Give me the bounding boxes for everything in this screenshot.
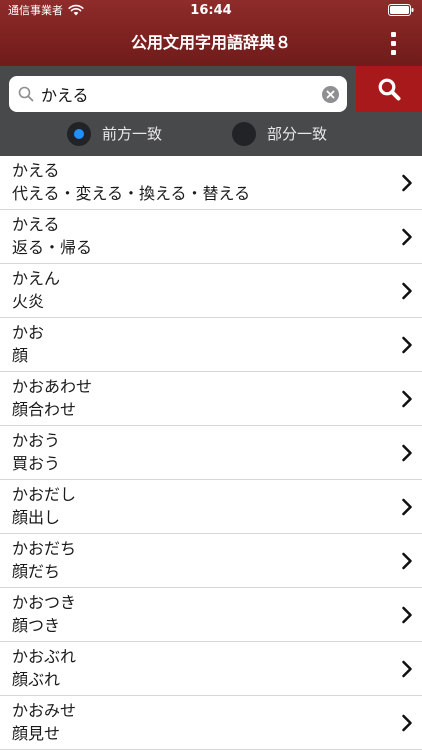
entry-reading: かえん bbox=[12, 269, 61, 288]
entry-kanji: 顔合わせ bbox=[12, 400, 77, 419]
clear-circle-icon bbox=[326, 90, 335, 99]
chevron-right-icon bbox=[402, 714, 412, 732]
more-options-button[interactable] bbox=[388, 30, 400, 56]
chevron-right-icon bbox=[402, 444, 412, 462]
entry-reading: かえる bbox=[12, 161, 60, 180]
entry-reading: かおみせ bbox=[12, 701, 77, 720]
chevron-right-icon bbox=[402, 606, 412, 624]
list-item[interactable]: かおう 買おう bbox=[0, 426, 422, 480]
radio-prefix-label: 前方一致 bbox=[102, 125, 163, 143]
list-item[interactable]: かえる 返る・帰る bbox=[0, 210, 422, 264]
search-panel: 前方一致 部分一致 bbox=[0, 66, 422, 156]
entry-kanji: 顔だち bbox=[12, 562, 61, 581]
radio-dot bbox=[74, 129, 84, 139]
entry-kanji: 顔出し bbox=[12, 508, 61, 527]
entry-kanji: 火炎 bbox=[12, 292, 45, 311]
chevron-right-icon bbox=[402, 660, 412, 678]
radio-selected-icon bbox=[67, 122, 91, 146]
chevron-right-icon bbox=[402, 498, 412, 516]
chevron-right-icon bbox=[402, 228, 412, 246]
chevron-right-icon bbox=[402, 336, 412, 354]
list-item[interactable]: かおあわせ 顔合わせ bbox=[0, 372, 422, 426]
chevron-right-icon bbox=[402, 282, 412, 300]
more-vertical-icon-dot bbox=[391, 50, 396, 55]
entry-reading: かおだし bbox=[12, 485, 77, 504]
magnifier-icon bbox=[18, 86, 34, 102]
list-item[interactable]: かおだち 顔だち bbox=[0, 534, 422, 588]
search-mode-group: 前方一致 部分一致 bbox=[0, 120, 422, 150]
list-item[interactable]: かえる代える・変える・換える・替える bbox=[0, 156, 422, 210]
search-field[interactable] bbox=[9, 76, 347, 112]
list-item[interactable]: かおつき 顔つき bbox=[0, 588, 422, 642]
chevron-right-icon bbox=[402, 390, 412, 408]
entry-reading: かおつき bbox=[12, 593, 77, 612]
list-item[interactable]: かおみせ 顔見せ bbox=[0, 696, 422, 750]
entry-kanji: 買おう bbox=[12, 454, 61, 473]
entry-kanji: 代える・変える・換える・替える bbox=[12, 184, 251, 203]
status-bar: 通信事業者 16:44 bbox=[0, 0, 422, 22]
entry-reading: かお bbox=[12, 323, 45, 342]
entry-reading: かおだち bbox=[12, 539, 77, 558]
more-vertical-icon-dot bbox=[391, 41, 396, 46]
more-vertical-icon bbox=[391, 32, 396, 37]
entry-reading: かおぶれ bbox=[12, 647, 77, 666]
entry-kanji: 返る・帰る bbox=[12, 238, 93, 257]
chevron-right-icon bbox=[402, 174, 412, 192]
entry-reading: かおあわせ bbox=[12, 377, 93, 396]
app-title: 公用文用字用語辞典８ bbox=[130, 33, 291, 52]
entry-kanji: 顔つき bbox=[12, 616, 61, 635]
results-list: かえる 代える・変える・換える・替える かえる 返る・帰る かえん 火炎 かお顔かおあわせ顔… bbox=[0, 156, 422, 750]
entry-kanji: 顔見せ bbox=[12, 724, 61, 743]
radio-partial-label: 部分一致 bbox=[267, 125, 328, 143]
radio-unselected-icon bbox=[232, 122, 256, 146]
entry-kanji: 顔 bbox=[12, 346, 29, 365]
battery-icon bbox=[388, 4, 414, 16]
status-clock: 16:44 bbox=[190, 3, 232, 18]
header: 通信事業者 16:44 公用文用字用語辞典８ bbox=[0, 0, 422, 66]
list-item[interactable]: かえん 火炎 bbox=[0, 264, 422, 318]
entry-reading: かおう bbox=[12, 431, 61, 450]
list-item[interactable]: かおだし 顔出し bbox=[0, 480, 422, 534]
search-button[interactable] bbox=[356, 66, 422, 112]
app-screen: 通信事業者 16:44 公用文用字用語辞典８ かえる 前方一致 部分一致 かえる… bbox=[0, 0, 422, 750]
magnifier-icon bbox=[378, 78, 401, 101]
entry-reading: かえる bbox=[12, 215, 60, 234]
entry-kanji: 顔ぶれ bbox=[12, 670, 61, 689]
list-item[interactable]: かおぶれ 顔ぶれ bbox=[0, 642, 422, 696]
chevron-right-icon bbox=[402, 552, 412, 570]
list-item[interactable]: かお顔 bbox=[0, 318, 422, 372]
search-input[interactable] bbox=[41, 80, 311, 108]
clear-search-button[interactable] bbox=[322, 86, 339, 103]
